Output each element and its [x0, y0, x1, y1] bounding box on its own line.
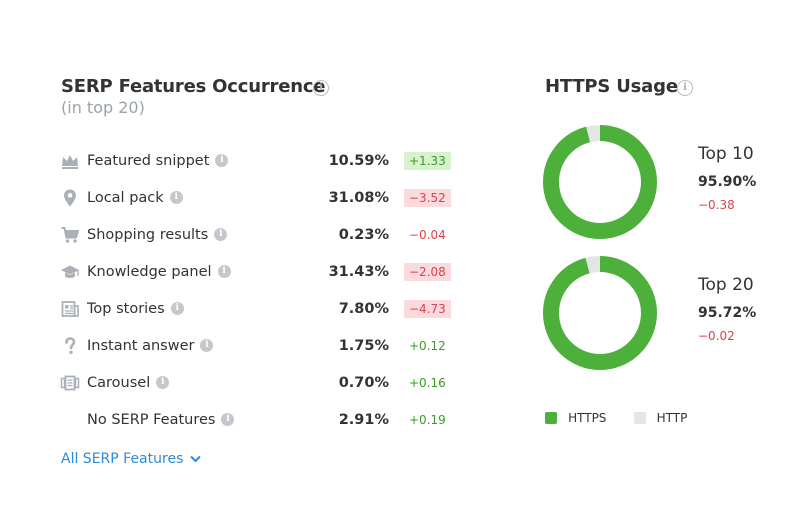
serp-feature-name: Featured snippet — [87, 153, 210, 169]
https-arc — [543, 256, 657, 370]
serp-feature-name: No SERP Features — [87, 412, 216, 428]
serp-feature-percentage: 2.91% — [338, 412, 389, 428]
donut-value-top-10: 95.90% — [698, 174, 757, 190]
serp-feature-percentage: 7.80% — [338, 301, 389, 317]
serp-feature-name: Top stories — [87, 301, 165, 317]
legend-swatch-http — [633, 411, 646, 424]
legend-swatch-https — [545, 411, 557, 424]
serp-feature-change: −0.04 — [409, 228, 446, 242]
info-icon[interactable]: i — [156, 375, 170, 389]
donut-value-top-20: 95.72% — [698, 305, 757, 321]
serp-feature-label: Local pack i — [87, 186, 183, 210]
newspaper-icon — [61, 301, 79, 317]
serp-feature-row: No SERP Features i 2.91% +0.19 — [60, 408, 460, 432]
serp-features-subtitle: (in top 20) — [61, 98, 145, 117]
serp-feature-change: −4.73 — [404, 300, 451, 318]
donut-chart-top-20 — [543, 256, 657, 370]
serp-features-title: SERP Features Occurrence — [61, 76, 326, 97]
https-arc — [543, 125, 657, 239]
serp-feature-row: Knowledge panel i 31.43% −2.08 — [60, 260, 460, 284]
carousel-icon — [60, 375, 80, 391]
serp-feature-row: Shopping results i 0.23% −0.04 — [60, 223, 460, 247]
serp-feature-label: Shopping results i — [87, 223, 228, 247]
serp-feature-name: Shopping results — [87, 227, 209, 243]
serp-feature-label: Knowledge panel i — [87, 260, 231, 284]
serp-feature-change: −3.52 — [404, 189, 451, 207]
legend-label-https: HTTPS — [568, 410, 607, 425]
serp-feature-label: Carousel i — [87, 371, 170, 395]
https-usage-title: HTTPS Usage — [545, 76, 678, 97]
info-icon[interactable]: i — [313, 80, 329, 96]
serp-feature-label: Top stories i — [87, 297, 184, 321]
serp-feature-name: Knowledge panel — [87, 264, 212, 280]
donut-label-top-10: Top 10 — [698, 144, 754, 164]
info-icon[interactable]: i — [215, 153, 229, 167]
serp-feature-percentage: 10.59% — [328, 153, 389, 169]
question-mark-icon — [65, 337, 76, 354]
serp-feature-name: Carousel — [87, 375, 151, 391]
chevron-down-icon — [190, 455, 201, 463]
serp-feature-row: Instant answer i 1.75% +0.12 — [60, 334, 460, 358]
info-icon[interactable]: i — [214, 227, 228, 241]
serp-feature-percentage: 31.08% — [328, 190, 389, 206]
info-icon[interactable]: i — [221, 412, 235, 426]
serp-feature-name: Instant answer — [87, 338, 195, 354]
serp-feature-percentage: 0.70% — [338, 375, 389, 391]
serp-feature-change: +0.16 — [409, 376, 446, 390]
serp-feature-row: Local pack i 31.08% −3.52 — [60, 186, 460, 210]
serp-feature-percentage: 31.43% — [328, 264, 389, 280]
serp-feature-change: +0.19 — [409, 413, 446, 427]
serp-feature-label: Instant answer i — [87, 334, 214, 358]
info-icon[interactable]: i — [200, 338, 214, 352]
graduation-cap-icon — [61, 265, 79, 278]
donut-change-top-20: −0.02 — [698, 329, 735, 343]
legend-label-http: HTTP — [656, 410, 688, 425]
info-icon[interactable]: i — [169, 190, 183, 204]
shopping-cart-icon — [61, 227, 79, 243]
donut-change-top-10: −0.38 — [698, 198, 735, 212]
serp-feature-name: Local pack — [87, 190, 164, 206]
serp-feature-percentage: 1.75% — [338, 338, 389, 354]
donut-label-top-20: Top 20 — [698, 275, 754, 295]
serp-feature-change: +1.33 — [404, 152, 451, 170]
location-pin-icon — [64, 189, 76, 207]
serp-feature-change: +0.12 — [409, 339, 446, 353]
serp-feature-change: −2.08 — [404, 263, 451, 281]
serp-feature-row: Featured snippet i 10.59% +1.33 — [60, 149, 460, 173]
info-icon[interactable]: i — [677, 80, 693, 96]
info-icon[interactable]: i — [170, 301, 184, 315]
all-serp-features-label: All SERP Features — [61, 451, 184, 467]
info-icon[interactable]: i — [217, 264, 231, 278]
legend: HTTPS HTTP — [545, 407, 687, 426]
serp-feature-row: Top stories i 7.80% −4.73 — [60, 297, 460, 321]
serp-feature-label: Featured snippet i — [87, 149, 229, 173]
serp-feature-row: Carousel i 0.70% +0.16 — [60, 371, 460, 395]
serp-feature-label: No SERP Features i — [87, 408, 235, 432]
serp-feature-percentage: 0.23% — [338, 227, 389, 243]
crown-icon — [62, 155, 78, 169]
donut-chart-top-10 — [543, 125, 657, 239]
all-serp-features-link[interactable]: All SERP Features — [61, 451, 201, 467]
